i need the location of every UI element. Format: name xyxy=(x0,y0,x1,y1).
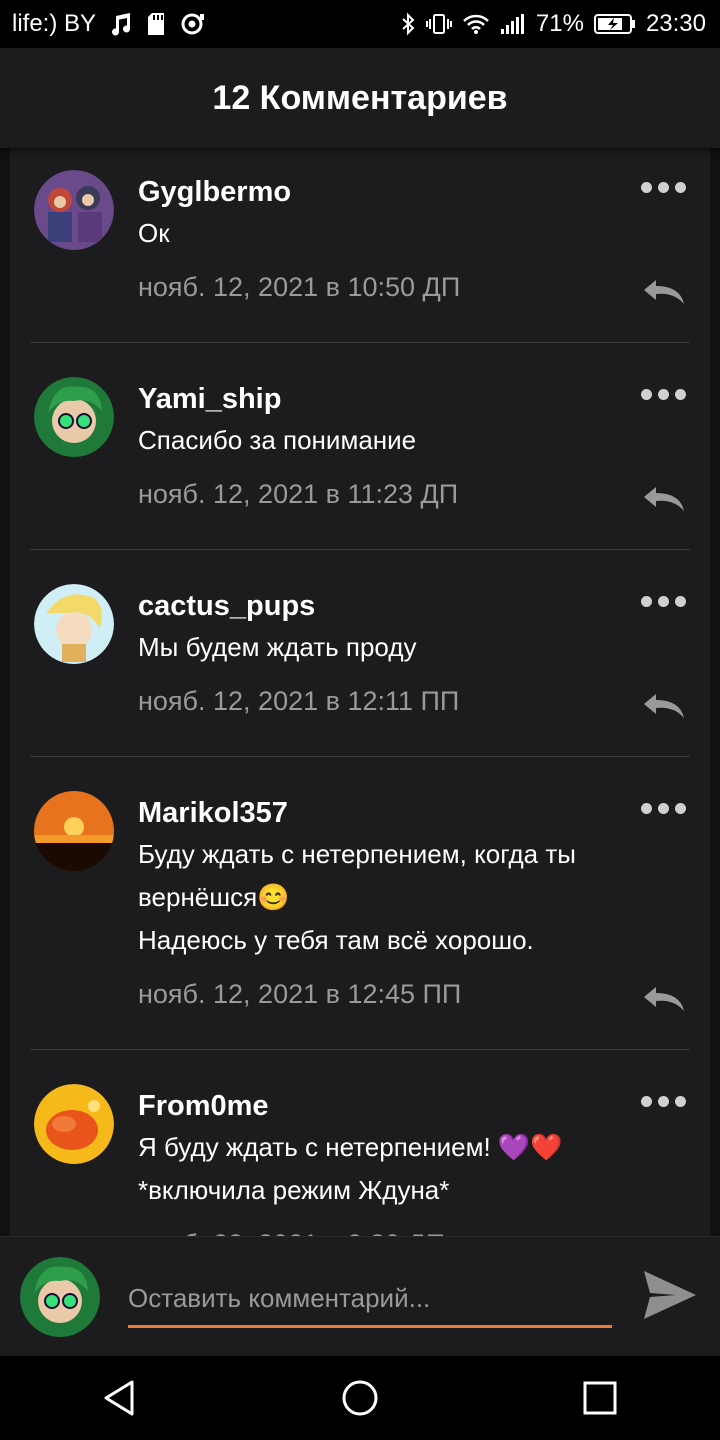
comment-text: Мы будем ждать проду xyxy=(138,632,417,662)
more-dot-icon xyxy=(675,1096,686,1107)
comment-date: нояб. 12, 2021 в 11:23 ДП xyxy=(138,479,459,509)
reply-arrow-icon xyxy=(644,487,684,511)
comment-input-bar xyxy=(0,1236,720,1357)
system-nav-bar xyxy=(0,1356,720,1440)
more-options-button[interactable] xyxy=(641,1096,686,1107)
comment-item[interactable]: Gyglbermo Ок нояб. 12, 2021 в 10:50 ДП xyxy=(30,148,690,343)
more-dot-icon xyxy=(641,389,652,400)
back-button[interactable] xyxy=(80,1368,160,1428)
wifi-icon xyxy=(462,13,490,35)
reply-button[interactable] xyxy=(642,485,686,513)
battery-percent: 71% xyxy=(535,10,584,37)
comment-text: вернёшся😊 xyxy=(138,882,290,912)
comment-text: Спасибо за понимание xyxy=(138,425,417,455)
back-triangle-icon xyxy=(104,1380,134,1416)
comment-avatar[interactable] xyxy=(34,791,114,871)
vpn-icon xyxy=(180,12,206,36)
more-dot-icon xyxy=(675,389,686,400)
reply-arrow-icon xyxy=(644,280,684,304)
more-dot-icon xyxy=(641,803,652,814)
comment-date: нояб. 22, 2021 в 9:30 ДП xyxy=(138,1229,445,1236)
comment-item[interactable]: cactus_pups Мы будем ждать проду нояб. 12,… xyxy=(30,550,690,757)
comment-avatar[interactable] xyxy=(34,1084,114,1164)
more-dot-icon xyxy=(675,182,686,193)
comment-username[interactable]: cactus_pups xyxy=(138,590,315,623)
reply-arrow-icon xyxy=(644,694,684,718)
comment-text: *включила режим Ждуна* xyxy=(138,1175,450,1205)
status-bar: life:) BY 71% 23:30 xyxy=(0,0,720,48)
comment-username[interactable]: Marikol357 xyxy=(138,797,288,830)
signal-icon xyxy=(500,13,526,35)
comment-text: Надеюсь у тебя там всё хорошо. xyxy=(138,925,534,955)
more-options-button[interactable] xyxy=(641,389,686,400)
send-button[interactable] xyxy=(640,1267,700,1323)
reply-button[interactable] xyxy=(642,278,686,306)
home-button[interactable] xyxy=(320,1368,400,1428)
comment-avatar[interactable] xyxy=(34,170,114,250)
send-icon xyxy=(644,1271,696,1319)
comment-text: Ок xyxy=(138,218,170,248)
comments-header: 12 Комментариев xyxy=(0,48,720,148)
more-dot-icon xyxy=(658,389,669,400)
comment-text: Буду ждать с нетерпением, когда ты xyxy=(138,839,576,869)
comment-date: нояб. 12, 2021 в 12:11 ПП xyxy=(138,686,460,716)
my-avatar xyxy=(20,1257,100,1337)
comment-item[interactable]: From0me Я буду ждать с нетерпением! 💜❤️ *в… xyxy=(30,1050,690,1236)
more-dot-icon xyxy=(675,803,686,814)
comment-date: нояб. 12, 2021 в 10:50 ДП xyxy=(138,272,461,302)
home-circle-icon xyxy=(342,1380,378,1416)
vibrate-icon xyxy=(425,12,452,36)
comment-avatar[interactable] xyxy=(34,377,114,457)
comment-avatar[interactable] xyxy=(34,584,114,664)
carrier-label: life:) BY xyxy=(12,10,97,37)
recents-button[interactable] xyxy=(560,1368,640,1428)
reply-button[interactable] xyxy=(642,985,686,1013)
more-dot-icon xyxy=(658,596,669,607)
comment-text: Я буду ждать с нетерпением! 💜❤️ xyxy=(138,1132,563,1162)
more-dot-icon xyxy=(658,182,669,193)
music-note-icon xyxy=(110,12,132,36)
comment-username[interactable]: Gyglbermo xyxy=(138,176,291,209)
comment-item[interactable]: Yami_ship Спасибо за понимание нояб. 12, 2… xyxy=(30,343,690,550)
reply-button[interactable] xyxy=(642,692,686,720)
comments-scroll-area[interactable]: Gyglbermo Ок нояб. 12, 2021 в 10:50 ДП Yami… xyxy=(0,148,720,1236)
comment-list: Gyglbermo Ок нояб. 12, 2021 в 10:50 ДП Yami… xyxy=(10,148,710,1236)
page-title: 12 Комментариев xyxy=(212,78,508,117)
reply-arrow-icon xyxy=(644,987,684,1011)
more-options-button[interactable] xyxy=(641,803,686,814)
bluetooth-icon xyxy=(400,12,416,36)
comment-username[interactable]: From0me xyxy=(138,1090,269,1123)
more-options-button[interactable] xyxy=(641,182,686,193)
comment-input[interactable] xyxy=(128,1271,612,1328)
sd-card-icon xyxy=(146,12,166,36)
comment-item[interactable]: Marikol357 Буду ждать с нетерпением, когд… xyxy=(30,757,690,1050)
more-options-button[interactable] xyxy=(641,596,686,607)
clock: 23:30 xyxy=(645,10,706,37)
comment-username[interactable]: Yami_ship xyxy=(138,383,281,416)
recents-square-icon xyxy=(583,1381,617,1415)
comment-date: нояб. 12, 2021 в 12:45 ПП xyxy=(138,979,462,1009)
more-dot-icon xyxy=(675,596,686,607)
more-dot-icon xyxy=(641,1096,652,1107)
battery-icon xyxy=(593,13,636,35)
more-dot-icon xyxy=(641,182,652,193)
more-dot-icon xyxy=(658,803,669,814)
more-dot-icon xyxy=(658,1096,669,1107)
more-dot-icon xyxy=(641,596,652,607)
